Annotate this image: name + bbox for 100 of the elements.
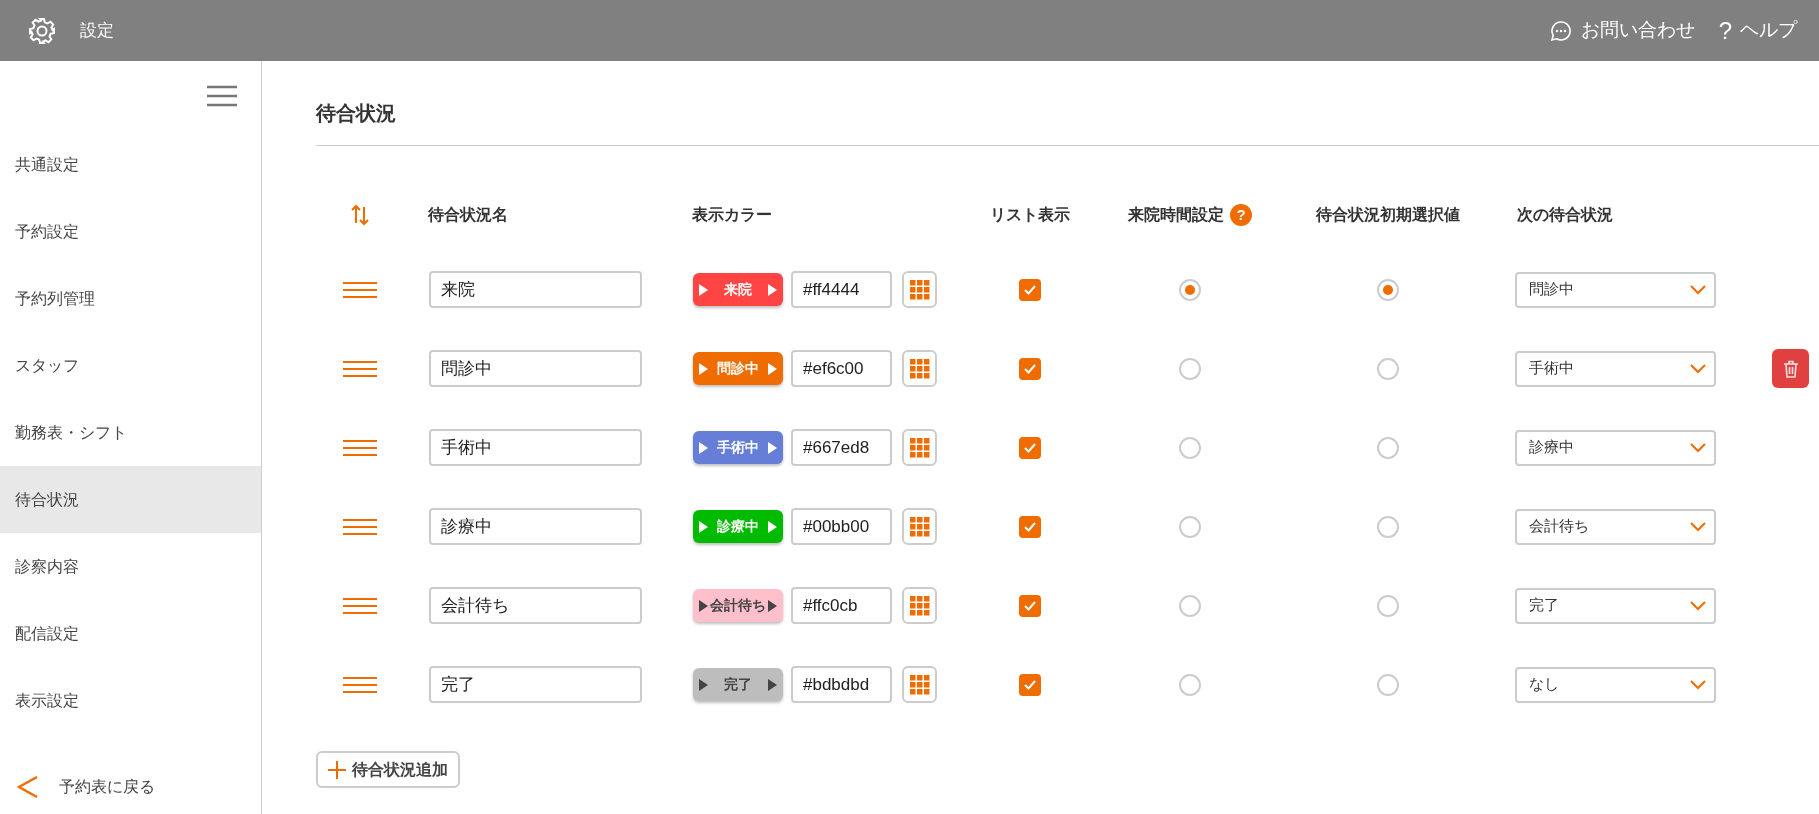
play-icon xyxy=(699,283,708,296)
grid-icon xyxy=(909,437,930,458)
color-code-field[interactable]: #ffc0cb xyxy=(791,587,892,624)
play-icon xyxy=(699,441,708,454)
page-title: 設定 xyxy=(80,19,114,42)
sidebar-item[interactable]: 予約設定 xyxy=(0,198,261,265)
menu-icon[interactable] xyxy=(207,85,237,107)
play-icon xyxy=(768,520,777,533)
column-header: 来院時間設定 xyxy=(1128,205,1224,225)
name-field[interactable]: 診療中 xyxy=(429,508,642,545)
column-header: 表示カラー xyxy=(692,205,772,225)
drag-handle-icon[interactable] xyxy=(343,517,377,536)
radio-button[interactable] xyxy=(1179,278,1201,301)
sidebar-item[interactable]: 共通設定 xyxy=(0,131,261,198)
radio-button[interactable] xyxy=(1376,357,1399,380)
sidebar-item[interactable]: 予約列管理 xyxy=(0,265,261,332)
help-link[interactable]: ? ヘルプ xyxy=(1718,12,1797,49)
color-code-field[interactable]: #bdbdbd xyxy=(791,666,892,703)
play-icon xyxy=(768,678,777,691)
sidebar-item[interactable]: 配信設定 xyxy=(0,600,261,667)
status-select[interactable]: 診療中 xyxy=(1515,429,1716,466)
color-chip: 会計待ち xyxy=(693,589,783,622)
sidebar-item[interactable]: 勤務表・シフト xyxy=(0,399,261,466)
status-select[interactable]: 会計待ち xyxy=(1515,508,1716,545)
contact-link[interactable]: お問い合わせ xyxy=(1548,16,1695,45)
plus-icon xyxy=(328,760,346,779)
chevron-down-icon xyxy=(1690,442,1706,453)
radio-button[interactable] xyxy=(1179,436,1201,459)
radio-button[interactable] xyxy=(1179,515,1201,538)
checkbox[interactable] xyxy=(1019,594,1041,617)
check-icon xyxy=(1023,362,1037,375)
checkbox[interactable] xyxy=(1019,278,1041,301)
drag-handle-icon[interactable] xyxy=(343,675,377,694)
palette-button[interactable] xyxy=(902,587,937,624)
radio-button[interactable] xyxy=(1179,673,1201,696)
radio-button[interactable] xyxy=(1376,673,1399,696)
status-select[interactable]: 手術中 xyxy=(1515,350,1716,387)
radio-button[interactable] xyxy=(1376,515,1399,538)
drag-handle-icon[interactable] xyxy=(343,359,377,378)
name-field[interactable]: 手術中 xyxy=(429,429,642,466)
play-icon xyxy=(699,520,708,533)
color-code-field[interactable]: #00bb00 xyxy=(791,508,892,545)
play-icon xyxy=(699,678,708,691)
back-link[interactable]: 予約表に戻る xyxy=(0,776,261,798)
chevron-down-icon xyxy=(1690,284,1706,295)
delete-button[interactable] xyxy=(1772,349,1809,388)
sort-icon[interactable] xyxy=(350,203,370,227)
sidebar-item[interactable]: 診察内容 xyxy=(0,533,261,600)
sidebar-item[interactable]: 表示設定 xyxy=(0,667,261,734)
grid-icon xyxy=(909,595,930,616)
palette-button[interactable] xyxy=(902,350,937,387)
palette-button[interactable] xyxy=(902,271,937,308)
color-chip: 診療中 xyxy=(693,510,783,543)
column-header: リスト表示 xyxy=(990,205,1070,225)
drag-handle-icon[interactable] xyxy=(343,438,377,457)
checkbox[interactable] xyxy=(1019,357,1041,380)
drag-handle-icon[interactable] xyxy=(343,596,377,615)
radio-button[interactable] xyxy=(1179,594,1201,617)
play-icon xyxy=(699,362,708,375)
palette-button[interactable] xyxy=(902,429,937,466)
name-field[interactable]: 来院 xyxy=(429,271,642,308)
sidebar-item[interactable]: スタッフ xyxy=(0,332,261,399)
play-icon xyxy=(768,362,777,375)
chevron-down-icon xyxy=(1690,600,1706,611)
chevron-left-icon xyxy=(17,776,39,798)
check-icon xyxy=(1023,520,1037,533)
color-chip: 問診中 xyxy=(693,352,783,385)
status-select[interactable]: なし xyxy=(1515,666,1716,703)
radio-button[interactable] xyxy=(1179,357,1201,380)
chat-icon xyxy=(1548,18,1573,43)
checkbox[interactable] xyxy=(1019,515,1041,538)
status-select[interactable]: 完了 xyxy=(1515,587,1716,624)
name-field[interactable]: 会計待ち xyxy=(429,587,642,624)
drag-handle-icon[interactable] xyxy=(343,280,377,299)
color-chip: 手術中 xyxy=(693,431,783,464)
radio-button[interactable] xyxy=(1376,278,1399,301)
color-code-field[interactable]: #ff4444 xyxy=(791,271,892,308)
radio-button[interactable] xyxy=(1376,436,1399,459)
status-select[interactable]: 問診中 xyxy=(1515,271,1716,308)
radio-button[interactable] xyxy=(1376,594,1399,617)
column-header: 待合状況名 xyxy=(428,205,508,225)
color-code-field[interactable]: #ef6c00 xyxy=(791,350,892,387)
column-header: 待合状況初期選択値 xyxy=(1315,205,1460,225)
chevron-down-icon xyxy=(1690,679,1706,690)
palette-button[interactable] xyxy=(902,666,937,703)
checkbox[interactable] xyxy=(1019,436,1041,459)
checkbox[interactable] xyxy=(1019,673,1041,696)
chevron-down-icon xyxy=(1690,363,1706,374)
palette-button[interactable] xyxy=(902,508,937,545)
check-icon xyxy=(1023,599,1037,612)
settings-icon xyxy=(28,16,56,45)
play-icon xyxy=(699,599,708,612)
column-header: 次の待合状況 xyxy=(1517,205,1613,225)
color-code-field[interactable]: #667ed8 xyxy=(791,429,892,466)
name-field[interactable]: 問診中 xyxy=(429,350,642,387)
grid-icon xyxy=(909,358,930,379)
play-icon xyxy=(768,283,777,296)
add-status-button[interactable]: 待合状況追加 xyxy=(316,751,460,788)
sidebar-item[interactable]: 待合状況 xyxy=(0,466,261,533)
name-field[interactable]: 完了 xyxy=(429,666,642,703)
